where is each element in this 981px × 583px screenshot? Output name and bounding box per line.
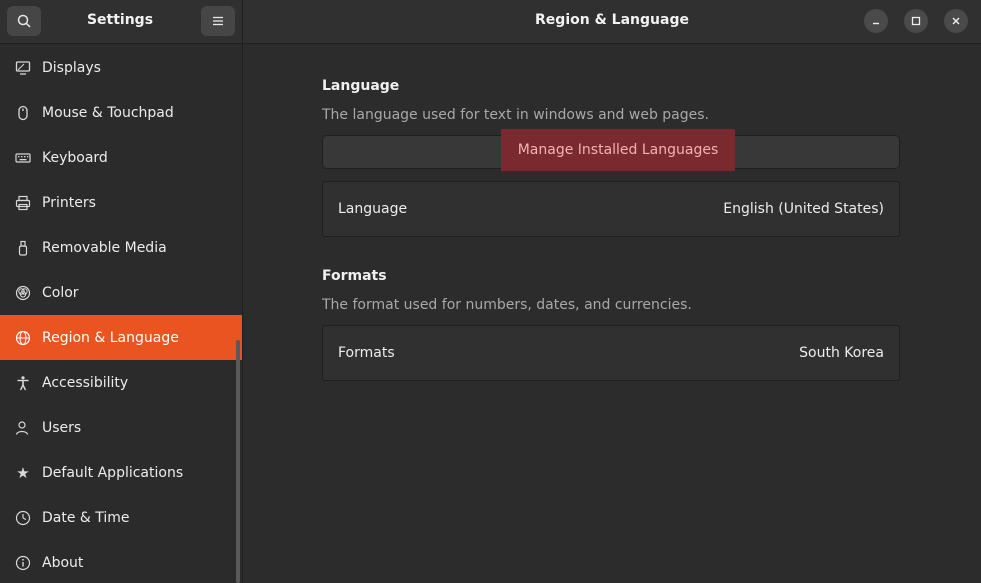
sidebar-item-label: Mouse & Touchpad — [42, 104, 174, 121]
sidebar-item-about[interactable]: About — [0, 540, 242, 583]
language-section-title: Language — [322, 78, 400, 94]
formats-section-title: Formats — [322, 268, 387, 284]
language-row[interactable]: Language English (United States) — [322, 181, 900, 237]
keyboard-icon — [13, 148, 33, 168]
sidebar-list: Displays Mouse & Touchpad Keyboard Print… — [0, 45, 242, 583]
printer-icon — [13, 193, 33, 213]
sidebar-item-printers[interactable]: Printers — [0, 180, 242, 225]
sidebar-item-label: Removable Media — [42, 239, 167, 256]
sidebar-item-color[interactable]: Color — [0, 270, 242, 315]
sidebar-item-keyboard[interactable]: Keyboard — [0, 135, 242, 180]
hamburger-menu-icon — [213, 16, 223, 26]
sidebar-item-users[interactable]: Users — [0, 405, 242, 450]
main-content: Language The language used for text in w… — [243, 45, 981, 583]
sidebar-item-date-time[interactable]: Date & Time — [0, 495, 242, 540]
sidebar-item-label: Default Applications — [42, 464, 184, 481]
search-button[interactable] — [7, 6, 41, 36]
sidebar-item-region-language[interactable]: Region & Language — [0, 315, 242, 360]
formats-section-description: The format used for numbers, dates, and … — [322, 297, 692, 313]
sidebar-item-label: Color — [42, 284, 79, 301]
clock-icon — [13, 508, 33, 528]
sidebar-item-removable-media[interactable]: Removable Media — [0, 225, 242, 270]
color-icon — [13, 283, 33, 303]
formats-row[interactable]: Formats South Korea — [322, 325, 900, 381]
usb-icon — [13, 238, 33, 258]
main-header: Region & Language — [243, 0, 981, 44]
sidebar-scrollbar[interactable] — [236, 340, 240, 583]
sidebar-item-label: Region & Language — [42, 329, 179, 346]
sidebar-item-label: Printers — [42, 194, 96, 211]
maximize-button[interactable] — [904, 9, 928, 33]
minimize-icon — [873, 22, 879, 25]
close-button[interactable] — [944, 9, 968, 33]
sidebar: Displays Mouse & Touchpad Keyboard Print… — [0, 45, 242, 583]
sidebar-item-accessibility[interactable]: Accessibility — [0, 360, 242, 405]
sidebar-item-label: Users — [42, 419, 82, 436]
maximize-icon — [911, 16, 921, 26]
sidebar-item-mouse-touchpad[interactable]: Mouse & Touchpad — [0, 90, 242, 135]
display-icon — [13, 58, 33, 78]
sidebar-item-displays[interactable]: Displays — [0, 45, 242, 90]
manage-languages-label: Manage Installed Languages — [501, 129, 735, 171]
formats-row-label: Formats — [338, 345, 395, 361]
sidebar-item-label: Date & Time — [42, 509, 130, 526]
language-row-label: Language — [338, 201, 408, 217]
language-row-value: English (United States) — [723, 201, 884, 217]
sidebar-item-label: About — [42, 554, 84, 571]
sidebar-header: Settings — [0, 0, 242, 44]
sidebar-item-label: Displays — [42, 59, 101, 76]
info-icon — [13, 553, 33, 573]
language-section-description: The language used for text in windows an… — [322, 107, 709, 123]
sidebar-item-label: Keyboard — [42, 149, 108, 166]
sidebar-item-default-applications[interactable]: ★ Default Applications — [0, 450, 242, 495]
star-icon: ★ — [16, 463, 30, 482]
close-icon — [952, 17, 960, 25]
formats-row-value: South Korea — [799, 345, 884, 361]
minimize-button[interactable] — [864, 9, 888, 33]
mouse-icon — [13, 103, 33, 123]
users-icon — [13, 418, 33, 438]
search-icon — [17, 14, 31, 28]
manage-languages-button[interactable]: Manage Installed Languages — [322, 129, 900, 171]
sidebar-item-label: Accessibility — [42, 374, 129, 391]
menu-button[interactable] — [201, 6, 235, 36]
globe-icon — [13, 328, 33, 348]
sidebar-title: Settings — [86, 12, 154, 28]
accessibility-icon — [13, 373, 33, 393]
